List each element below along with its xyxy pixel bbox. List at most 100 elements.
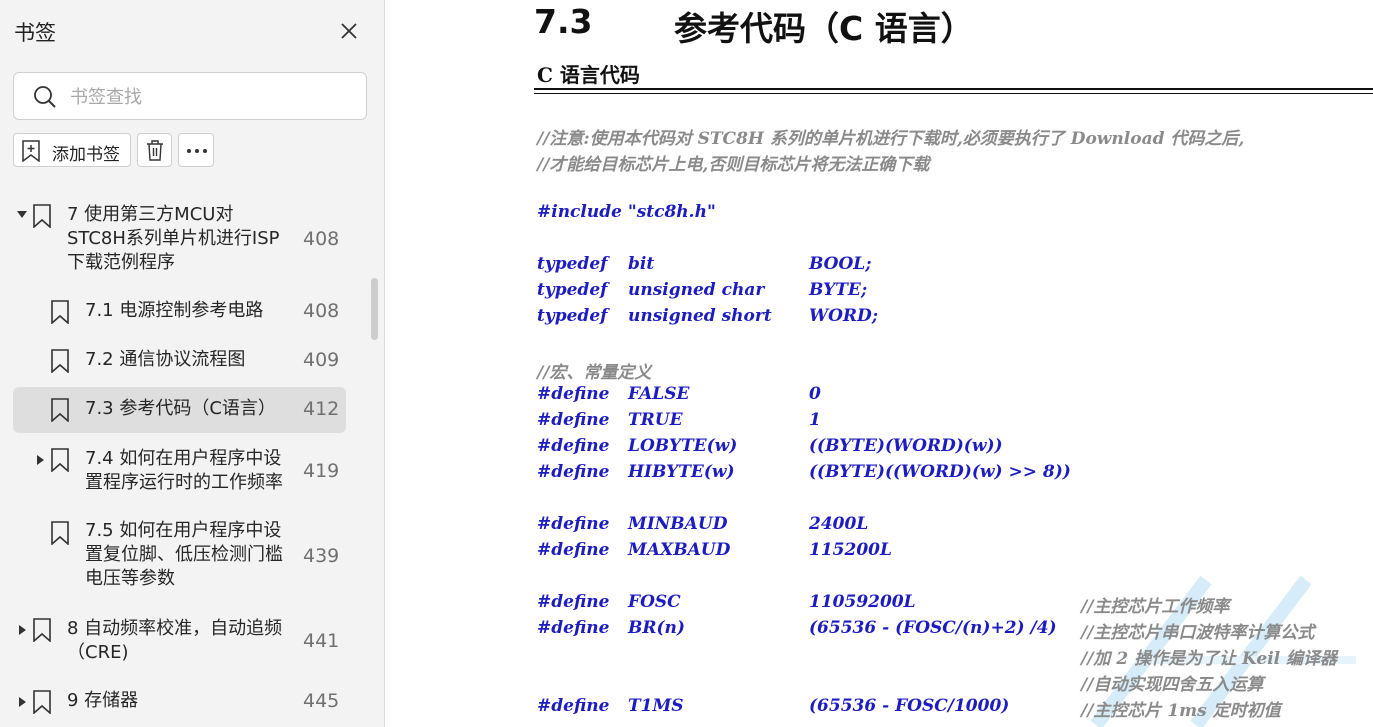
divider-thick [534, 88, 1373, 90]
bookmark-icon [51, 300, 69, 324]
divider-thin [534, 93, 1373, 94]
code-name: HIBYTE(w) [628, 462, 735, 482]
code-value: 1 [809, 410, 821, 430]
code-name: TRUE [628, 410, 683, 430]
code-comment: //注意:使用本代码对 STC8H 系列的单片机进行下载时,必须要执行了 Dow… [537, 129, 1245, 149]
section-title: 参考代码（C 语言） [674, 9, 974, 48]
code-comment: //加 2 操作是为了让 Keil 编译器 [1081, 649, 1338, 669]
bookmark-icon [51, 521, 69, 545]
bookmark-icon [33, 204, 51, 228]
code-value: 11059200L [809, 592, 916, 612]
code-value: (65536 - FOSC/1000) [809, 696, 1010, 716]
delete-bookmark-button[interactable] [137, 133, 172, 167]
add-bookmark-label: 添加书签 [52, 145, 120, 165]
bookmark-icon [51, 398, 69, 422]
code-name: LOBYTE(w) [628, 436, 738, 456]
code-value: 115200L [809, 540, 892, 560]
bookmark-item[interactable]: 7.4 如何在用户程序中设置程序运行时的工作频率 419 [0, 446, 370, 500]
bookmark-page: 412 [303, 398, 340, 420]
code-comment: //主控芯片 1ms 定时初值 [1081, 701, 1281, 721]
code-keyword: #define [537, 618, 610, 638]
code-name: BR(n) [628, 618, 685, 638]
code-keyword: typedef [537, 254, 608, 274]
code-value: 2400L [809, 514, 869, 534]
bookmark-label: 9 存储器 [67, 690, 139, 711]
code-value: ((BYTE)((WORD)(w) >> 8)) [809, 462, 1071, 482]
bookmark-add-icon [22, 140, 40, 162]
bookmark-item[interactable]: 7 使用第三方MCU对STC8H系列单片机进行ISP下载范例程序 408 [0, 200, 370, 280]
code-comment: //自动实现四舍五入运算 [1081, 675, 1264, 695]
code-keyword: #define [537, 410, 610, 430]
bookmark-item[interactable]: 7.5 如何在用户程序中设置复位脚、低压检测门槛电压等参数 439 [0, 518, 370, 594]
bookmark-label: 7.1 电源控制参考电路 [85, 300, 264, 321]
code-keyword: #define [537, 540, 610, 560]
code-name: WORD; [809, 306, 879, 326]
code-value: ((BYTE)(WORD)(w)) [809, 436, 1003, 456]
chevron-down-icon[interactable] [17, 209, 27, 219]
close-icon[interactable] [336, 18, 362, 44]
chevron-right-icon[interactable] [17, 697, 27, 707]
bookmark-item[interactable]: 7.2 通信协议流程图 409 [0, 345, 370, 377]
code-name: FALSE [628, 384, 690, 404]
code-keyword: #define [537, 514, 610, 534]
bookmark-icon [33, 690, 51, 714]
code-keyword: typedef [537, 306, 608, 326]
bookmark-label: 7 使用第三方MCU对STC8H系列单片机进行ISP下载范例程序 [67, 204, 280, 273]
more-options-button[interactable] [178, 133, 214, 167]
code-name: T1MS [628, 696, 684, 716]
code-keyword: typedef [537, 280, 608, 300]
code-type: unsigned char [628, 280, 765, 300]
bookmark-page: 409 [303, 349, 340, 371]
bookmark-icon [51, 448, 69, 472]
trash-icon [147, 140, 163, 161]
bookmark-page: 408 [303, 300, 340, 322]
add-bookmark-button[interactable]: 添加书签 [13, 133, 131, 167]
panel-scrollbar[interactable] [371, 278, 378, 340]
section-number: 7.3 [534, 2, 593, 41]
code-type: bit [628, 254, 655, 274]
code-name: FOSC [628, 592, 681, 612]
bookmark-item[interactable]: 7.1 电源控制参考电路 408 [0, 296, 370, 328]
code-name: MAXBAUD [628, 540, 731, 560]
bookmark-label: 8 自动频率校准，自动追频（CRE) [67, 618, 283, 663]
bookmark-icon [33, 618, 51, 642]
code-comment: //才能给目标芯片上电,否则目标芯片将无法正确下载 [537, 155, 930, 175]
search-input[interactable] [68, 83, 352, 111]
bookmark-page: 441 [303, 630, 340, 652]
panel-title: 书签 [14, 21, 56, 45]
bookmark-item[interactable]: 9 存储器 445 [0, 688, 370, 720]
document-page: 7.3 参考代码（C 语言） C 语言代码 //注意:使用本代码对 STC8H … [386, 0, 1373, 727]
code-name: BOOL; [809, 254, 872, 274]
chevron-right-icon[interactable] [35, 455, 45, 465]
bookmark-label: 7.5 如何在用户程序中设置复位脚、低压检测门槛电压等参数 [85, 520, 283, 589]
bookmark-label: 7.2 通信协议流程图 [85, 349, 246, 370]
bookmark-icon [51, 349, 69, 373]
code-name: BYTE; [809, 280, 868, 300]
code-include: #include "stc8h.h" [537, 202, 716, 222]
bookmark-search[interactable] [13, 72, 367, 120]
code-keyword: #define [537, 592, 610, 612]
code-keyword: #define [537, 462, 610, 482]
more-icon [187, 149, 207, 153]
bookmark-page: 408 [303, 228, 340, 250]
code-keyword: #define [537, 436, 610, 456]
code-comment: //主控芯片串口波特率计算公式 [1081, 623, 1315, 643]
bookmark-page: 439 [303, 545, 340, 567]
code-comment: //宏、常量定义 [537, 363, 652, 383]
code-value: (65536 - (FOSC/(n)+2) /4) [809, 618, 1057, 638]
code-keyword: #define [537, 696, 610, 716]
chevron-right-icon[interactable] [17, 625, 27, 635]
code-value: 0 [809, 384, 821, 404]
subsection-title: C 语言代码 [537, 63, 640, 87]
bookmark-page: 445 [303, 690, 340, 712]
code-comment: //主控芯片工作频率 [1081, 597, 1230, 617]
bookmark-panel: 书签 添加书签 7 使用第三方MCU对STC8H系列单片机进行ISP下载范例程序… [0, 0, 385, 727]
code-type: unsigned short [628, 306, 772, 326]
bookmark-item-selected[interactable]: 7.3 参考代码（C语言） 412 [0, 387, 370, 433]
bookmark-item[interactable]: 8 自动频率校准，自动追频（CRE) 441 [0, 616, 370, 668]
bookmark-page: 419 [303, 460, 340, 482]
bookmark-label: 7.4 如何在用户程序中设置程序运行时的工作频率 [85, 448, 283, 493]
bookmark-label: 7.3 参考代码（C语言） [85, 398, 276, 419]
code-name: MINBAUD [628, 514, 728, 534]
code-keyword: #define [537, 384, 610, 404]
